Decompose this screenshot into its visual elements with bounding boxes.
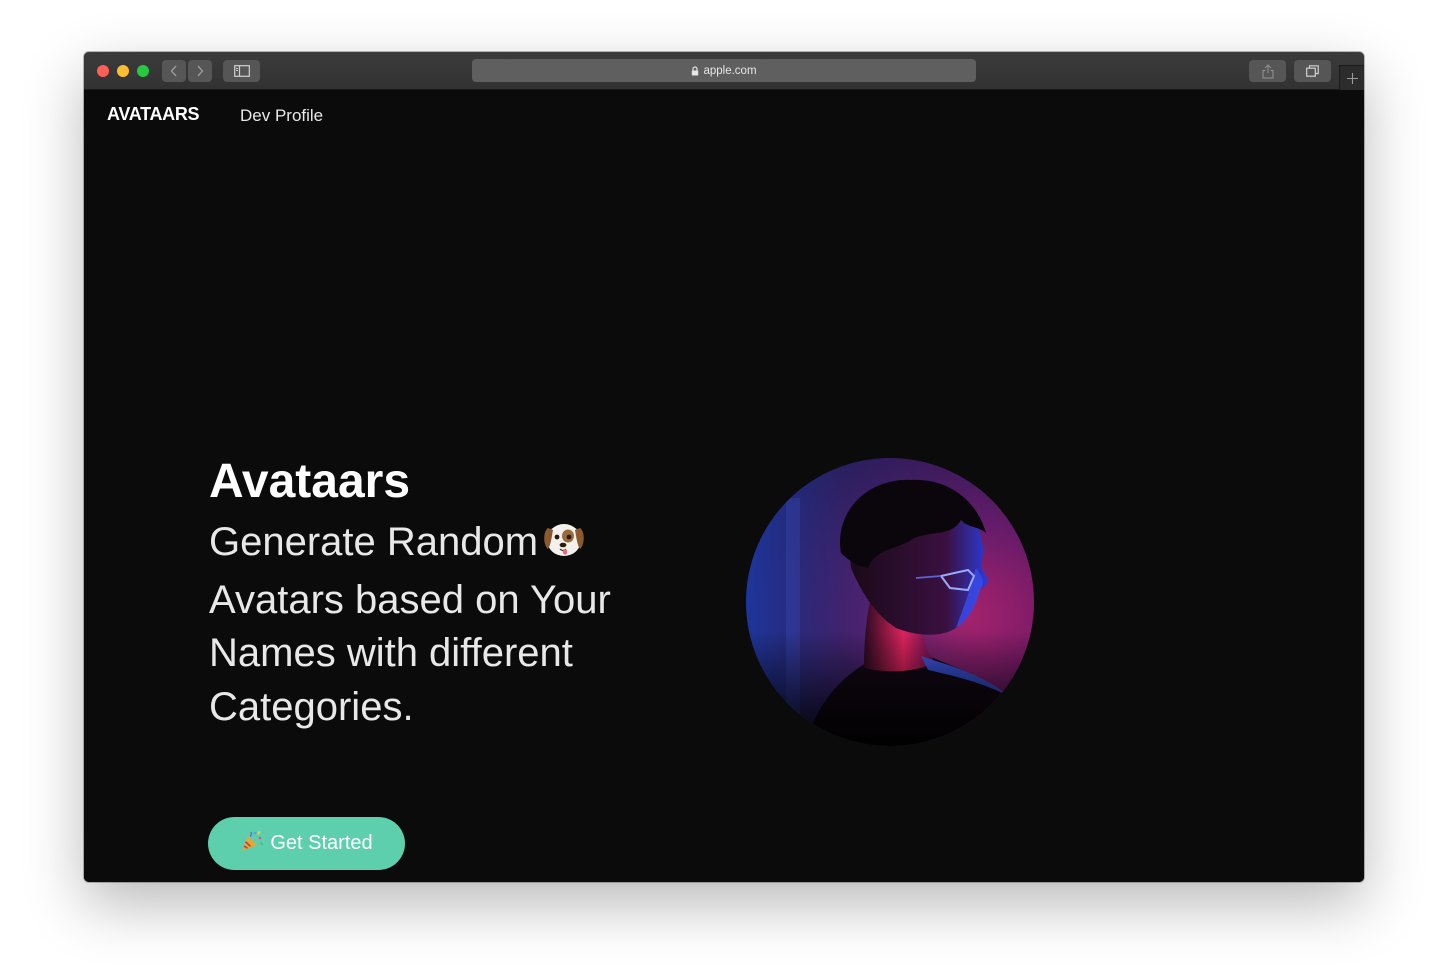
sidebar-icon — [233, 65, 250, 77]
tabs-overview-icon — [1306, 65, 1319, 77]
dog-face-icon — [542, 519, 586, 574]
chevron-left-icon — [170, 65, 177, 77]
brand-logo[interactable]: AVATAARS — [107, 104, 200, 125]
history-nav — [162, 60, 212, 82]
forward-button[interactable] — [188, 60, 212, 82]
hero-subtitle-line1: Generate Random — [209, 520, 539, 564]
chevron-right-icon — [197, 65, 204, 77]
new-tab-button[interactable] — [1339, 65, 1364, 90]
minimize-window-button[interactable] — [117, 65, 129, 77]
back-button[interactable] — [162, 60, 186, 82]
share-icon — [1261, 63, 1274, 79]
sidebar-toggle-button[interactable] — [223, 60, 260, 82]
zoom-window-button[interactable] — [137, 65, 149, 77]
lock-icon — [692, 65, 699, 75]
browser-toolbar: apple.com — [84, 52, 1364, 90]
person-portrait-image — [746, 458, 1034, 746]
party-popper-icon — [240, 829, 264, 859]
page-content: AVATAARS Dev Profile Avataars Generate R… — [84, 90, 1364, 882]
hero-subtitle: Generate Random Avatars based on Your Na… — [209, 516, 659, 734]
address-bar[interactable]: apple.com — [472, 59, 976, 82]
url-text: apple.com — [703, 64, 757, 77]
browser-window: apple.com AVATAARS Dev Profile Avataars … — [84, 52, 1364, 882]
share-button[interactable] — [1249, 60, 1286, 82]
get-started-label: Get Started — [270, 832, 373, 854]
show-tabs-button[interactable] — [1294, 60, 1331, 82]
close-window-button[interactable] — [97, 65, 109, 77]
hero-subtitle-rest: Avatars based on Your Names with differe… — [209, 577, 611, 729]
hero-title: Avataars — [209, 455, 411, 508]
nav-link-dev-profile[interactable]: Dev Profile — [240, 106, 323, 126]
get-started-button[interactable]: Get Started — [208, 817, 405, 870]
plus-icon — [1347, 72, 1358, 84]
